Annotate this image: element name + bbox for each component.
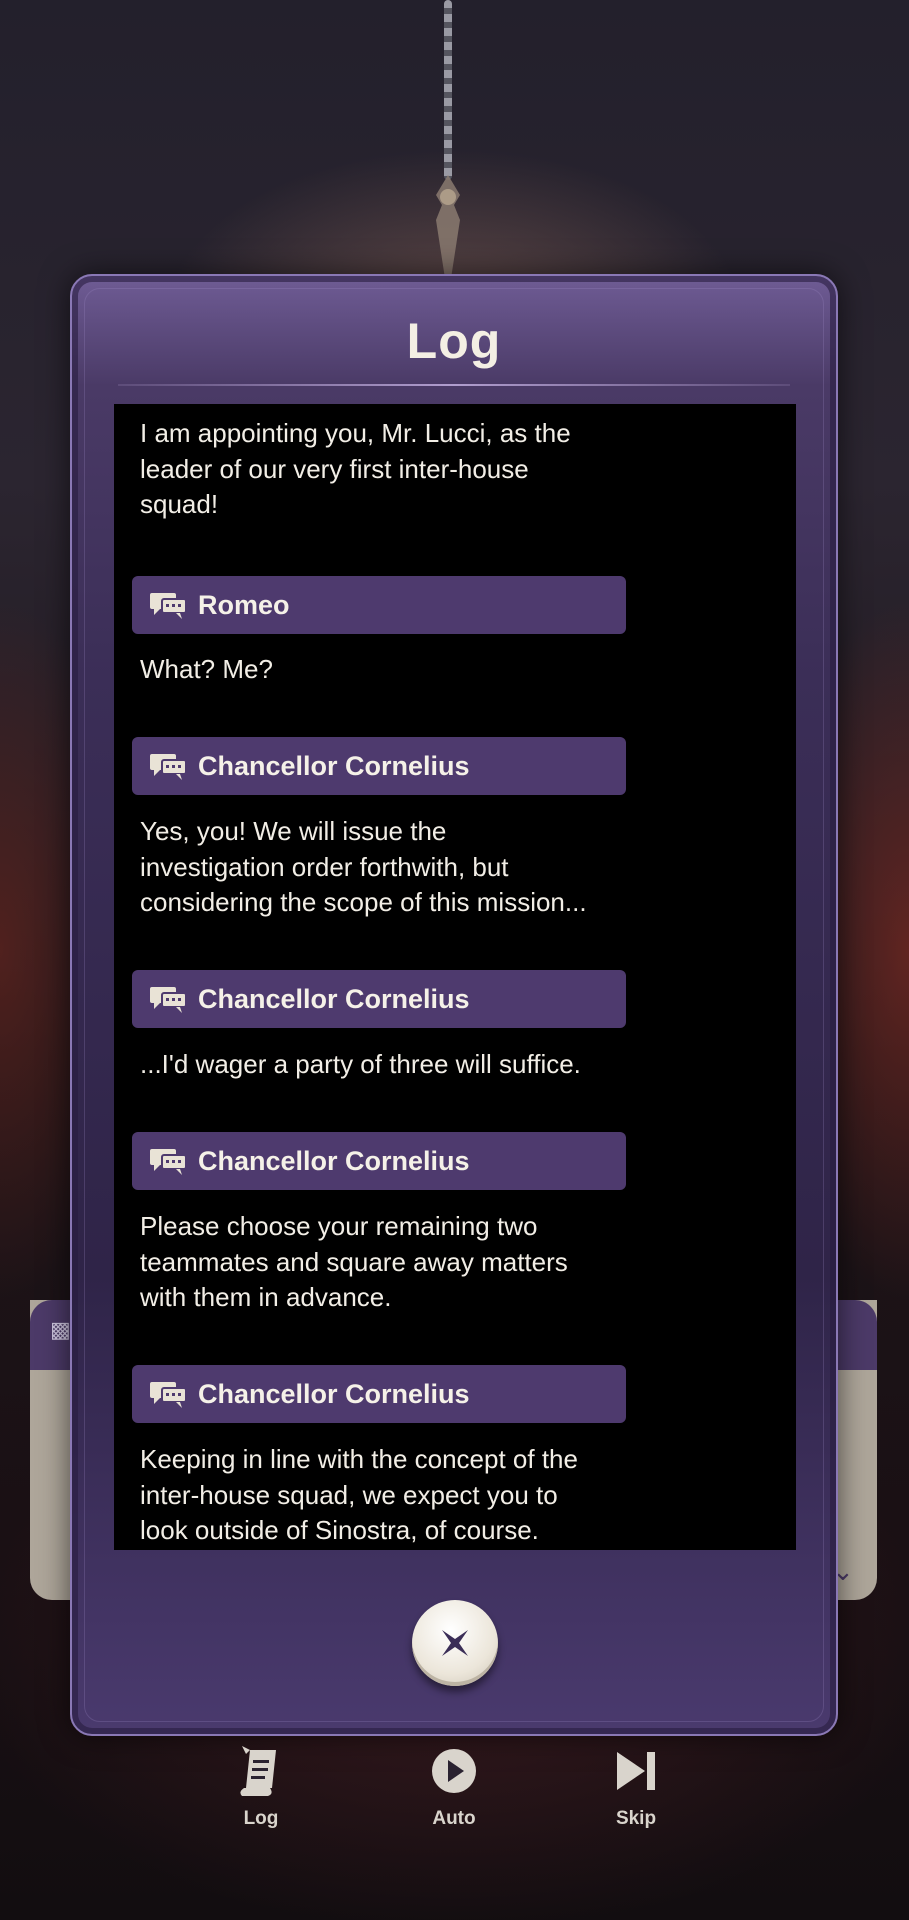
speech-bubbles-icon — [150, 1382, 187, 1408]
speaker-name: Chancellor Cornelius — [198, 1378, 470, 1409]
speaker-header: Chancellor Cornelius — [132, 737, 626, 795]
speaker-name: Romeo — [198, 589, 290, 620]
log-line-text: ...I'd wager a party of three will suffi… — [140, 1049, 581, 1079]
speaker-header: Chancellor Cornelius — [132, 1132, 626, 1190]
dialog-title: Log — [406, 313, 502, 369]
speech-bubbles-icon — [150, 1149, 187, 1175]
speaker-header: Romeo — [132, 576, 626, 634]
auto-tool-label: Auto — [432, 1808, 476, 1829]
skip-next-icon — [617, 1752, 655, 1790]
log-scroll-area[interactable]: I am appointing you, Mr. Lucci, as the l… — [114, 404, 796, 1550]
speaker-header: Chancellor Cornelius — [132, 970, 626, 1028]
speaker-name: Chancellor Cornelius — [198, 750, 470, 781]
play-icon — [432, 1749, 476, 1793]
log-line-text: What? Me? — [140, 654, 273, 684]
close-button[interactable] — [412, 1600, 498, 1686]
scroll-icon — [240, 1746, 276, 1796]
skip-tool-button[interactable]: Skip — [591, 1744, 681, 1830]
speech-bubbles-icon — [150, 754, 187, 780]
close-x-icon — [442, 1630, 468, 1656]
title-divider — [118, 384, 790, 386]
chandelier-ornament — [436, 175, 460, 285]
speaker-header: Chancellor Cornelius — [132, 1365, 626, 1423]
log-line-text: Please choose your remaining two teammat… — [140, 1211, 568, 1312]
speech-bubbles-icon — [150, 593, 187, 619]
hanging-chain — [444, 0, 452, 180]
log-tool-button[interactable]: Log — [216, 1744, 306, 1830]
speech-bubbles-icon — [150, 987, 187, 1013]
log-line-text: Yes, you! We will issue the investigatio… — [140, 816, 587, 917]
speaker-name: Chancellor Cornelius — [198, 1145, 470, 1176]
log-line-text: I am appointing you, Mr. Lucci, as the l… — [140, 418, 571, 519]
log-line-text: Keeping in line with the concept of the … — [140, 1444, 578, 1545]
skip-tool-label: Skip — [615, 1808, 657, 1829]
speaker-name: Chancellor Cornelius — [198, 983, 470, 1014]
bottom-toolbar: Log Auto Skip — [0, 1736, 909, 1846]
auto-tool-button[interactable]: Auto — [409, 1744, 499, 1830]
log-dialog: Log I am appointing you, Mr. Lucci, as t… — [70, 274, 838, 1736]
log-tool-label: Log — [243, 1808, 279, 1829]
